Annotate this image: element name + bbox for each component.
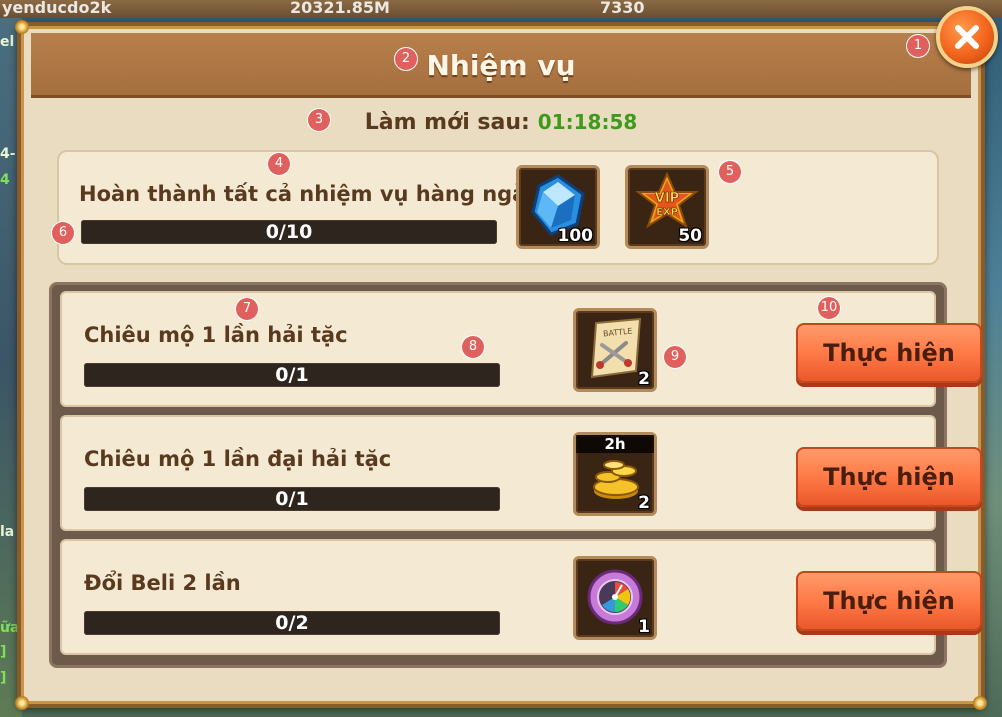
corner-ornament-icon [15, 20, 29, 34]
progress-text: 0/10 [265, 221, 313, 243]
annotation-badge: 8 [462, 336, 484, 358]
quest-reward[interactable]: BATTLE 2 [573, 308, 657, 392]
reward-qty: 2 [638, 493, 650, 513]
do-quest-button[interactable]: Thực hiện [796, 571, 982, 631]
reward-duration-tag: 2h [576, 435, 654, 453]
close-button[interactable] [936, 6, 998, 68]
quest-list: Chiêu mộ 1 lần hải tặc 0/1 BATTLE 2 Thực… [49, 282, 982, 668]
annotation-badge: 6 [52, 222, 74, 244]
close-x-icon [955, 25, 979, 49]
annotation-badge: 1 [907, 35, 929, 57]
left-edge-text: ] [0, 670, 7, 686]
corner-ornament-icon [15, 696, 29, 710]
refresh-timer: 01:18:58 [537, 110, 638, 134]
left-edge-text: ] [0, 644, 7, 660]
annotation-badge: 4 [268, 153, 290, 175]
reward-qty: 100 [557, 226, 594, 246]
quest-progress-bar: 0/1 [84, 363, 500, 387]
annotation-badge: 3 [308, 109, 330, 131]
annotation-badge: 7 [236, 298, 258, 320]
reward-qty: 50 [678, 226, 702, 246]
do-quest-button[interactable]: Thực hiện [796, 447, 982, 507]
currency-2-value: 7330 [600, 0, 645, 17]
do-quest-button[interactable]: Thực hiện [796, 323, 982, 383]
list-item: Chiêu mộ 1 lần hải tặc 0/1 BATTLE 2 Thực… [60, 291, 982, 407]
annotation-badge: 2 [395, 48, 417, 70]
top-resource-bar: yenducdo2k 20321.85M 7330 [0, 0, 1002, 18]
list-item: Chiêu mộ 1 lần đại hải tặc 0/1 2h 2 Thực… [60, 415, 982, 531]
daily-all-quests-box: Hoàn thành tất cả nhiệm vụ hàng ngày 0/1… [57, 150, 939, 265]
progress-text: 0/1 [275, 364, 309, 386]
modal-header: Nhiệm vụ [31, 33, 971, 98]
refresh-label: Làm mới sau: [364, 110, 530, 135]
progress-text: 0/1 [275, 488, 309, 510]
left-edge-text: el [0, 34, 15, 50]
reward-qty: 2 [638, 369, 650, 389]
quest-title: Đổi Beli 2 lần [84, 571, 241, 595]
annotation-badge: 5 [719, 161, 741, 183]
reward-vip-exp[interactable]: VIP EXP 50 [625, 165, 709, 249]
refresh-timer-row: Làm mới sau: 01:18:58 [0, 110, 1002, 135]
daily-quest-title: Hoàn thành tất cả nhiệm vụ hàng ngày [79, 182, 540, 206]
left-edge-text: 4- [0, 146, 16, 162]
left-edge-text: la [0, 524, 15, 540]
currency-1-value: 20321.85M [290, 0, 390, 17]
daily-progress-bar: 0/10 [81, 220, 497, 244]
quest-progress-bar: 0/1 [84, 487, 500, 511]
quest-reward[interactable]: 1 [573, 556, 657, 640]
annotation-badge: 10 [818, 297, 840, 319]
quest-title: Chiêu mộ 1 lần đại hải tặc [84, 447, 392, 471]
quest-progress-bar: 0/2 [84, 611, 500, 635]
reward-gem[interactable]: 100 [516, 165, 600, 249]
progress-text: 0/2 [275, 612, 309, 634]
modal-title: Nhiệm vụ [426, 49, 576, 82]
quest-reward[interactable]: 2h 2 [573, 432, 657, 516]
svg-text:VIP: VIP [655, 191, 679, 206]
svg-text:EXP: EXP [656, 207, 678, 218]
annotation-badge: 9 [664, 346, 686, 368]
reward-qty: 1 [638, 617, 650, 637]
quest-title: Chiêu mộ 1 lần hải tặc [84, 323, 348, 347]
left-edge-text: 4 [0, 172, 10, 188]
list-item: Đổi Beli 2 lần 0/2 1 Thực hiện [60, 539, 982, 655]
player-name: yenducdo2k [2, 0, 112, 17]
corner-ornament-icon [973, 696, 987, 710]
